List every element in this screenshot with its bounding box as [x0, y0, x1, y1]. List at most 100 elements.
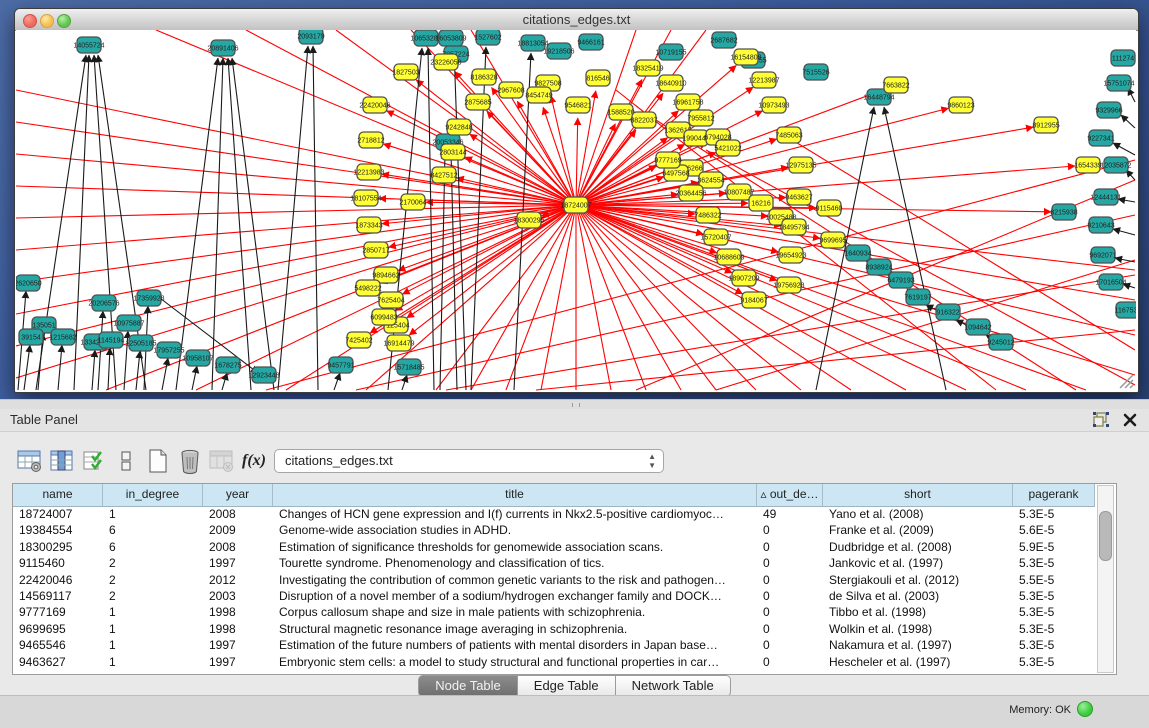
table-cell[interactable]: 5.3E-5 — [1013, 654, 1095, 670]
graph-node[interactable]: 8912955 — [1032, 117, 1059, 133]
graph-node[interactable]: 2850717 — [362, 242, 389, 258]
graph-node[interactable]: 10975887 — [113, 315, 144, 331]
table-cell[interactable]: 1 — [103, 604, 203, 620]
graph-node[interactable]: 1640934 — [844, 245, 871, 261]
table-cell[interactable]: 14569117 — [13, 588, 103, 604]
table-cell[interactable]: 9465546 — [13, 637, 103, 653]
graph-node[interactable]: 20891406 — [207, 40, 238, 56]
column-header-in_degree[interactable]: in_degree — [103, 484, 203, 506]
table-cell[interactable]: 19384554 — [13, 522, 103, 538]
table-cell[interactable]: 5.3E-5 — [1013, 621, 1095, 637]
table-cell[interactable]: Jankovic et al. (1997) — [823, 555, 1013, 571]
graph-node[interactable]: 9692071 — [1089, 247, 1116, 263]
tab-edge-table[interactable]: Edge Table — [518, 675, 616, 697]
graph-node[interactable]: 1527602 — [474, 30, 501, 45]
graph-node[interactable]: 1678275 — [214, 357, 241, 373]
table-select-dropdown[interactable]: citations_edges.txt ▲▼ — [274, 449, 664, 473]
table-cell[interactable]: Dudbridge et al. (2008) — [823, 539, 1013, 555]
graph-node[interactable]: 1873343 — [355, 217, 382, 233]
column-header-out_de[interactable]: ▵ out_de… — [757, 484, 823, 506]
graph-node[interactable]: 18495794 — [778, 219, 809, 235]
table-cell[interactable]: 2008 — [203, 539, 273, 555]
table-cell[interactable]: 2 — [103, 588, 203, 604]
table-cell[interactable]: 5.6E-5 — [1013, 522, 1095, 538]
graph-node[interactable]: 6479193 — [887, 272, 914, 288]
graph-node[interactable]: 8215938 — [1050, 204, 1077, 220]
graph-node[interactable]: 8186328 — [470, 69, 497, 85]
graph-node[interactable]: 2170064 — [399, 194, 426, 210]
graph-node[interactable]: 15720407 — [700, 229, 731, 245]
table-cell[interactable]: 22420046 — [13, 572, 103, 588]
table-cell[interactable]: 0 — [757, 621, 823, 637]
graph-node[interactable]: 17957255 — [153, 342, 184, 358]
table-cell[interactable]: 2 — [103, 572, 203, 588]
table-cell[interactable]: Wolkin et al. (1998) — [823, 621, 1013, 637]
table-row[interactable]: 1456911722003Disruption of a novel membe… — [13, 588, 1095, 604]
graph-node[interactable]: 111274 — [1111, 50, 1135, 66]
table-row[interactable]: 977716911998Corpus callosum shape and si… — [13, 604, 1095, 620]
graph-node[interactable]: 17016504 — [1095, 274, 1126, 290]
graph-node[interactable]: 9699695 — [819, 232, 846, 248]
table-cell[interactable]: Changes of HCN gene expression and I(f) … — [273, 506, 757, 522]
graph-node[interactable]: 15751074 — [1103, 75, 1134, 91]
graph-node[interactable]: 18107554 — [350, 190, 381, 206]
graph-node[interactable]: 19756928 — [773, 277, 804, 293]
table-cell[interactable]: 5.3E-5 — [1013, 555, 1095, 571]
table-row[interactable]: 1872400712008Changes of HCN gene express… — [13, 506, 1095, 522]
graph-node[interactable]: 16053809 — [435, 30, 466, 46]
graph-node[interactable]: 15718485 — [393, 359, 424, 375]
table-cell[interactable]: 0 — [757, 522, 823, 538]
graph-node[interactable]: 12923448 — [248, 367, 279, 383]
table-cell[interactable]: 18300295 — [13, 539, 103, 555]
graph-node[interactable]: 12505185 — [125, 335, 156, 351]
graph-node[interactable]: 2803144 — [439, 144, 466, 160]
network-window-titlebar[interactable]: citations_edges.txt — [15, 9, 1138, 31]
table-cell[interactable]: 0 — [757, 572, 823, 588]
table-cell[interactable]: 2008 — [203, 506, 273, 522]
graph-node[interactable]: 9210643 — [1087, 217, 1114, 233]
table-row[interactable]: 911546021997Tourette syndrome. Phenomeno… — [13, 555, 1095, 571]
graph-node[interactable]: 2967608 — [497, 82, 524, 98]
graph-node[interactable]: 8427512 — [430, 167, 457, 183]
graph-node[interactable]: 10719155 — [655, 44, 686, 60]
graph-node[interactable]: 9777169 — [654, 152, 681, 168]
graph-node[interactable]: 19218506 — [543, 43, 574, 59]
table-cell[interactable]: Genome-wide association studies in ADHD. — [273, 522, 757, 538]
table-cell[interactable]: Investigating the contribution of common… — [273, 572, 757, 588]
table-cell[interactable]: 5.3E-5 — [1013, 604, 1095, 620]
table-cell[interactable]: 1 — [103, 637, 203, 653]
graph-node[interactable]: 7515526 — [802, 64, 829, 80]
graph-node[interactable]: 12975135 — [785, 157, 816, 173]
table-cell[interactable]: 1998 — [203, 604, 273, 620]
table-cell[interactable]: 9115460 — [13, 555, 103, 571]
table-cell[interactable]: 1 — [103, 621, 203, 637]
graph-node[interactable]: 17359928 — [133, 290, 164, 306]
table-cell[interactable]: 2003 — [203, 588, 273, 604]
table-cell[interactable]: 5.3E-5 — [1013, 637, 1095, 653]
graph-node[interactable]: 7485063 — [775, 127, 802, 143]
graph-node[interactable]: 7955812 — [687, 110, 714, 126]
graph-node[interactable]: 9466161 — [577, 34, 604, 50]
delete-table-icon[interactable] — [174, 447, 206, 475]
table-cell[interactable]: 9463627 — [13, 654, 103, 670]
graph-node[interactable]: 12035872 — [1100, 157, 1131, 173]
graph-node[interactable]: 8822037 — [630, 112, 657, 128]
table-row[interactable]: 946362711997Embryonic stem cells: a mode… — [13, 654, 1095, 670]
tab-node-table[interactable]: Node Table — [418, 675, 518, 697]
table-settings-icon[interactable] — [14, 447, 46, 475]
table-cell[interactable]: Disruption of a novel member of a sodium… — [273, 588, 757, 604]
table-cell[interactable]: 5.5E-5 — [1013, 572, 1095, 588]
table-row[interactable]: 2242004622012Investigating the contribut… — [13, 572, 1095, 588]
table-cell[interactable]: 49 — [757, 506, 823, 522]
table-row[interactable]: 946554611997Estimation of the future num… — [13, 637, 1095, 653]
graph-node[interactable]: 6099483 — [370, 309, 397, 325]
column-header-short[interactable]: short — [823, 484, 1013, 506]
table-cell[interactable]: 6 — [103, 539, 203, 555]
table-cell[interactable]: 1 — [103, 654, 203, 670]
table-cell[interactable]: de Silva et al. (2003) — [823, 588, 1013, 604]
graph-node[interactable]: 2718812 — [357, 132, 384, 148]
table-cell[interactable]: 1998 — [203, 621, 273, 637]
table-cell[interactable]: 18724007 — [13, 506, 103, 522]
table-cell[interactable]: 5.9E-5 — [1013, 539, 1095, 555]
graph-node[interactable]: 5421022 — [714, 140, 741, 156]
